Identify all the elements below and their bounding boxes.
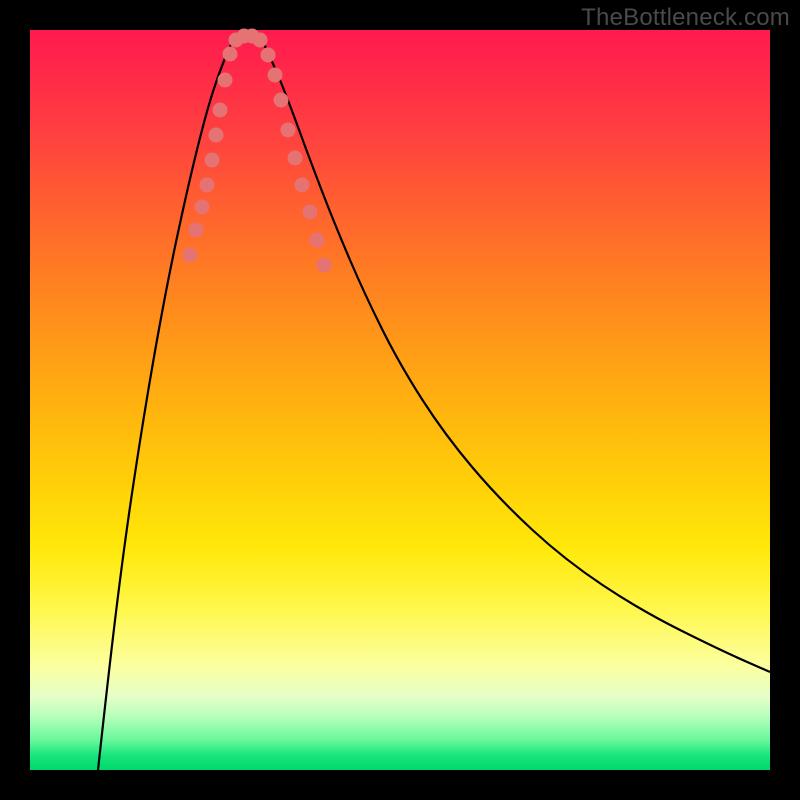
data-dot bbox=[253, 33, 267, 47]
data-dot bbox=[195, 200, 209, 214]
data-dot bbox=[218, 73, 232, 87]
right-curve bbox=[262, 40, 770, 672]
data-dot bbox=[310, 233, 324, 247]
data-dot bbox=[303, 205, 317, 219]
data-dot bbox=[261, 48, 275, 62]
data-dot bbox=[317, 258, 331, 272]
data-dot bbox=[189, 223, 203, 237]
watermark-text: TheBottleneck.com bbox=[581, 4, 790, 32]
data-dot bbox=[281, 123, 295, 137]
data-dot bbox=[200, 178, 214, 192]
data-dot bbox=[288, 151, 302, 165]
data-dot bbox=[183, 248, 197, 262]
chart-frame: TheBottleneck.com bbox=[0, 0, 800, 800]
data-dot bbox=[209, 128, 223, 142]
data-dot bbox=[205, 153, 219, 167]
left-curve bbox=[98, 40, 233, 770]
chart-svg bbox=[30, 30, 770, 770]
data-dot bbox=[295, 178, 309, 192]
data-dot bbox=[274, 93, 288, 107]
data-dot bbox=[268, 68, 282, 82]
data-dots bbox=[183, 29, 331, 272]
data-dot bbox=[223, 47, 237, 61]
data-dot bbox=[213, 103, 227, 117]
